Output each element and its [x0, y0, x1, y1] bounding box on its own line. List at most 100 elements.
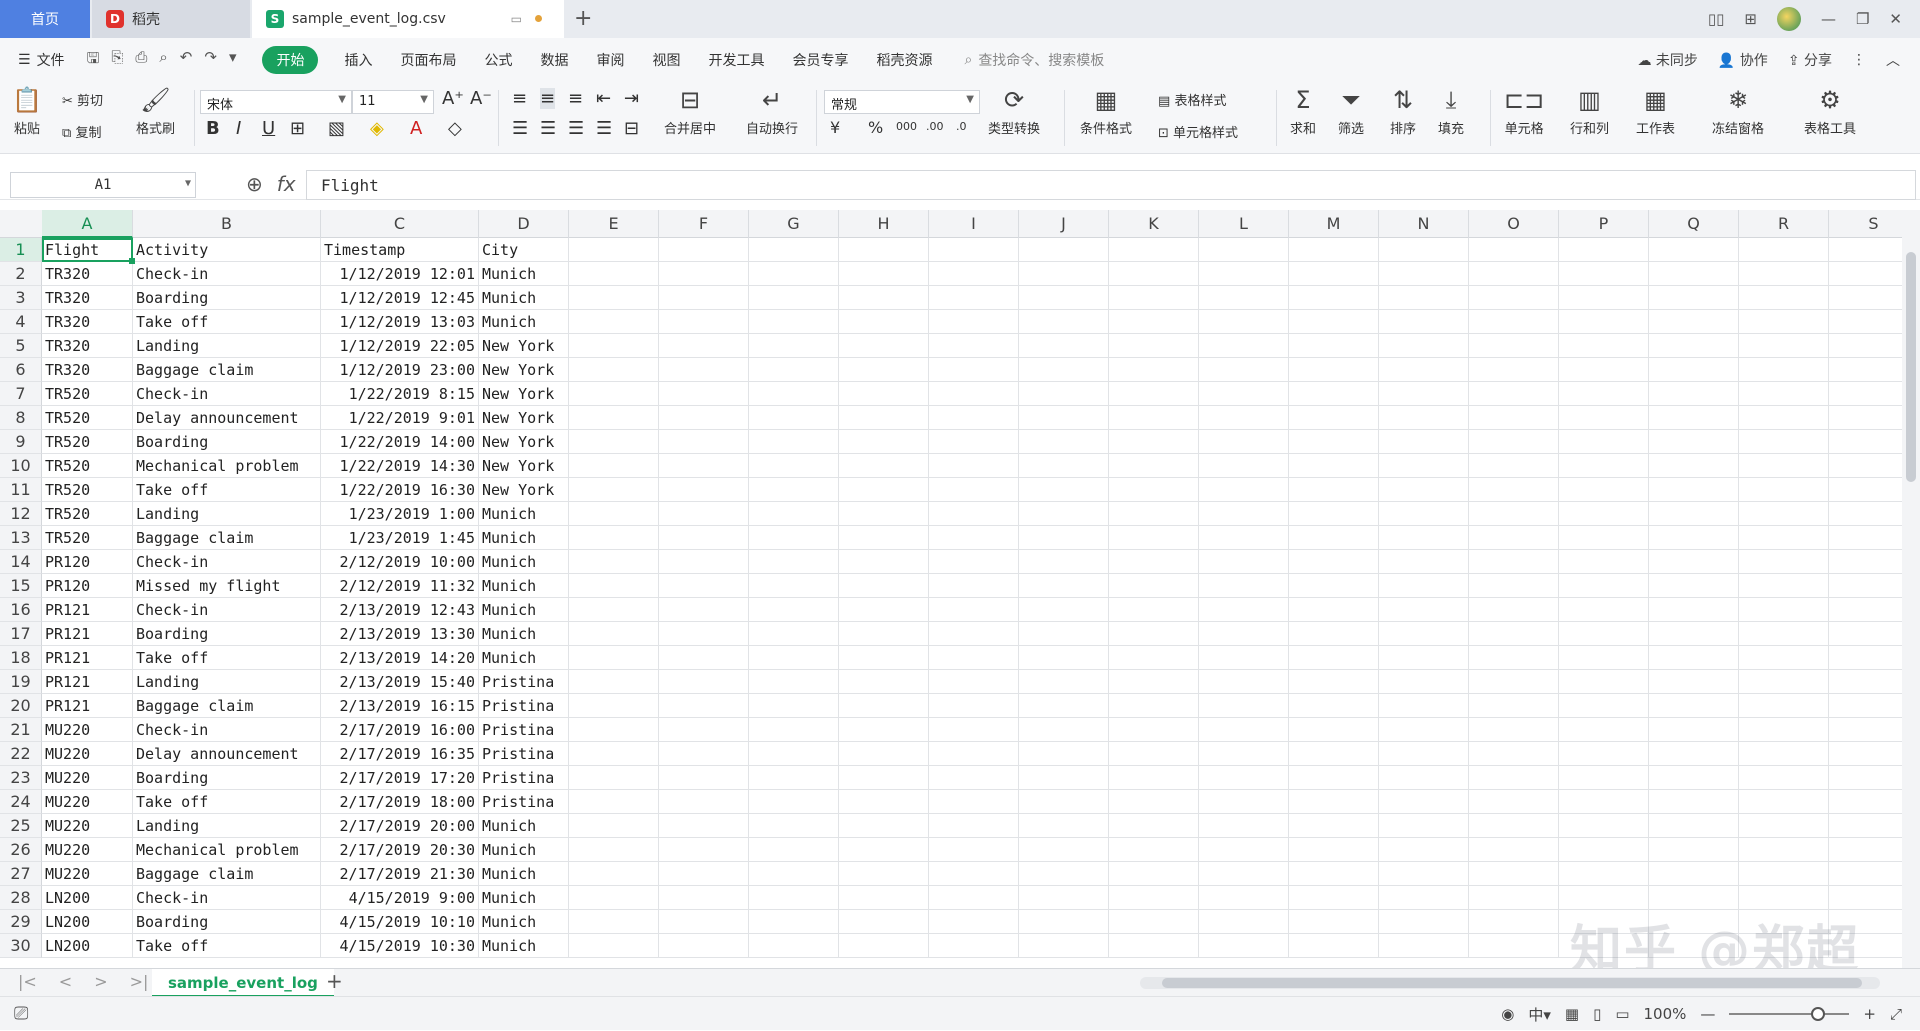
cell-style-button[interactable]: ⊡ 单元格样式: [1158, 122, 1238, 141]
cell[interactable]: [1469, 574, 1559, 598]
cell[interactable]: [659, 622, 749, 646]
cell[interactable]: [1649, 550, 1739, 574]
cell[interactable]: Munich: [479, 910, 569, 934]
cell[interactable]: [929, 286, 1019, 310]
cell[interactable]: New York: [479, 358, 569, 382]
cell[interactable]: [1109, 862, 1199, 886]
last-sheet-icon[interactable]: >|: [130, 972, 149, 991]
row-header[interactable]: 29: [0, 910, 42, 934]
cell[interactable]: Delay announcement: [133, 742, 321, 766]
menu-page-layout[interactable]: 页面布局: [400, 50, 456, 70]
cell[interactable]: [1019, 814, 1109, 838]
cell[interactable]: [1109, 406, 1199, 430]
cell[interactable]: [1289, 862, 1379, 886]
cell[interactable]: [1379, 478, 1469, 502]
cell[interactable]: 1/12/2019 23:00: [321, 358, 479, 382]
cell[interactable]: Landing: [133, 814, 321, 838]
cell[interactable]: [659, 454, 749, 478]
cell[interactable]: [1289, 886, 1379, 910]
zoom-level[interactable]: 100%: [1644, 1005, 1687, 1023]
cell[interactable]: [1649, 454, 1739, 478]
cell[interactable]: [1019, 262, 1109, 286]
column-header[interactable]: G: [749, 210, 839, 238]
cell[interactable]: [1379, 838, 1469, 862]
cell[interactable]: [749, 646, 839, 670]
cell[interactable]: 1/12/2019 12:45: [321, 286, 479, 310]
cell[interactable]: [929, 238, 1019, 262]
cell[interactable]: Timestamp: [321, 238, 479, 262]
cell[interactable]: [1199, 358, 1289, 382]
cell[interactable]: [1649, 886, 1739, 910]
cell[interactable]: Boarding: [133, 430, 321, 454]
increase-decimal-icon[interactable]: .00: [926, 120, 944, 133]
cell[interactable]: 2/13/2019 13:30: [321, 622, 479, 646]
cell[interactable]: [1739, 622, 1829, 646]
cell[interactable]: [1379, 886, 1469, 910]
cell[interactable]: [1109, 670, 1199, 694]
cell[interactable]: Check-in: [133, 550, 321, 574]
cell[interactable]: [1289, 286, 1379, 310]
cell[interactable]: [1109, 358, 1199, 382]
cell[interactable]: Baggage claim: [133, 862, 321, 886]
cell[interactable]: [1379, 670, 1469, 694]
cell[interactable]: 4/15/2019 10:30: [321, 934, 479, 958]
cell[interactable]: PR121: [42, 622, 133, 646]
cell[interactable]: [1109, 478, 1199, 502]
cell[interactable]: TR320: [42, 286, 133, 310]
cell[interactable]: [1109, 550, 1199, 574]
cell[interactable]: [1199, 502, 1289, 526]
row-header[interactable]: 2: [0, 262, 42, 286]
cell[interactable]: [1199, 454, 1289, 478]
cell[interactable]: [839, 838, 929, 862]
fill-pattern-icon[interactable]: ▧: [328, 118, 345, 139]
cell[interactable]: 2/17/2019 18:00: [321, 790, 479, 814]
cell[interactable]: LN200: [42, 910, 133, 934]
cell[interactable]: 1/22/2019 14:00: [321, 430, 479, 454]
cell[interactable]: [749, 526, 839, 550]
cell[interactable]: [1199, 574, 1289, 598]
cell[interactable]: [1199, 934, 1289, 958]
cell[interactable]: [1109, 718, 1199, 742]
horizontal-scroll-thumb[interactable]: [1162, 978, 1862, 988]
cell[interactable]: [1829, 550, 1902, 574]
cell[interactable]: Munich: [479, 502, 569, 526]
cell[interactable]: [1109, 742, 1199, 766]
cell[interactable]: [1559, 622, 1649, 646]
cell[interactable]: [1739, 358, 1829, 382]
cell[interactable]: [1559, 886, 1649, 910]
cell[interactable]: [1019, 862, 1109, 886]
cell[interactable]: [659, 574, 749, 598]
cell[interactable]: [929, 670, 1019, 694]
cell[interactable]: [1379, 406, 1469, 430]
cell[interactable]: [749, 814, 839, 838]
avatar[interactable]: [1776, 7, 1801, 31]
cell[interactable]: Munich: [479, 526, 569, 550]
cell[interactable]: [1739, 430, 1829, 454]
cell[interactable]: [1289, 742, 1379, 766]
cell[interactable]: [1289, 454, 1379, 478]
column-header[interactable]: F: [659, 210, 749, 238]
cell[interactable]: Check-in: [133, 382, 321, 406]
cell[interactable]: New York: [479, 334, 569, 358]
cell[interactable]: [1649, 406, 1739, 430]
cell[interactable]: [839, 742, 929, 766]
cell[interactable]: [1289, 550, 1379, 574]
cell[interactable]: [659, 478, 749, 502]
prev-sheet-icon[interactable]: <: [59, 972, 72, 991]
cell[interactable]: [659, 766, 749, 790]
cell[interactable]: PR121: [42, 598, 133, 622]
cell[interactable]: [749, 718, 839, 742]
cell[interactable]: Flight: [42, 238, 133, 262]
cell[interactable]: [1649, 430, 1739, 454]
cell[interactable]: Take off: [133, 478, 321, 502]
fill-button[interactable]: ⤓ 填充: [1438, 86, 1464, 137]
row-header[interactable]: 7: [0, 382, 42, 406]
cell[interactable]: TR520: [42, 382, 133, 406]
command-search[interactable]: ⌕ 查找命令、搜索模板: [964, 50, 1104, 70]
cell[interactable]: [569, 262, 659, 286]
restore-icon[interactable]: ❐: [1856, 10, 1869, 28]
menu-data[interactable]: 数据: [540, 50, 568, 70]
cell[interactable]: [1199, 310, 1289, 334]
row-header[interactable]: 8: [0, 406, 42, 430]
cell[interactable]: [569, 526, 659, 550]
